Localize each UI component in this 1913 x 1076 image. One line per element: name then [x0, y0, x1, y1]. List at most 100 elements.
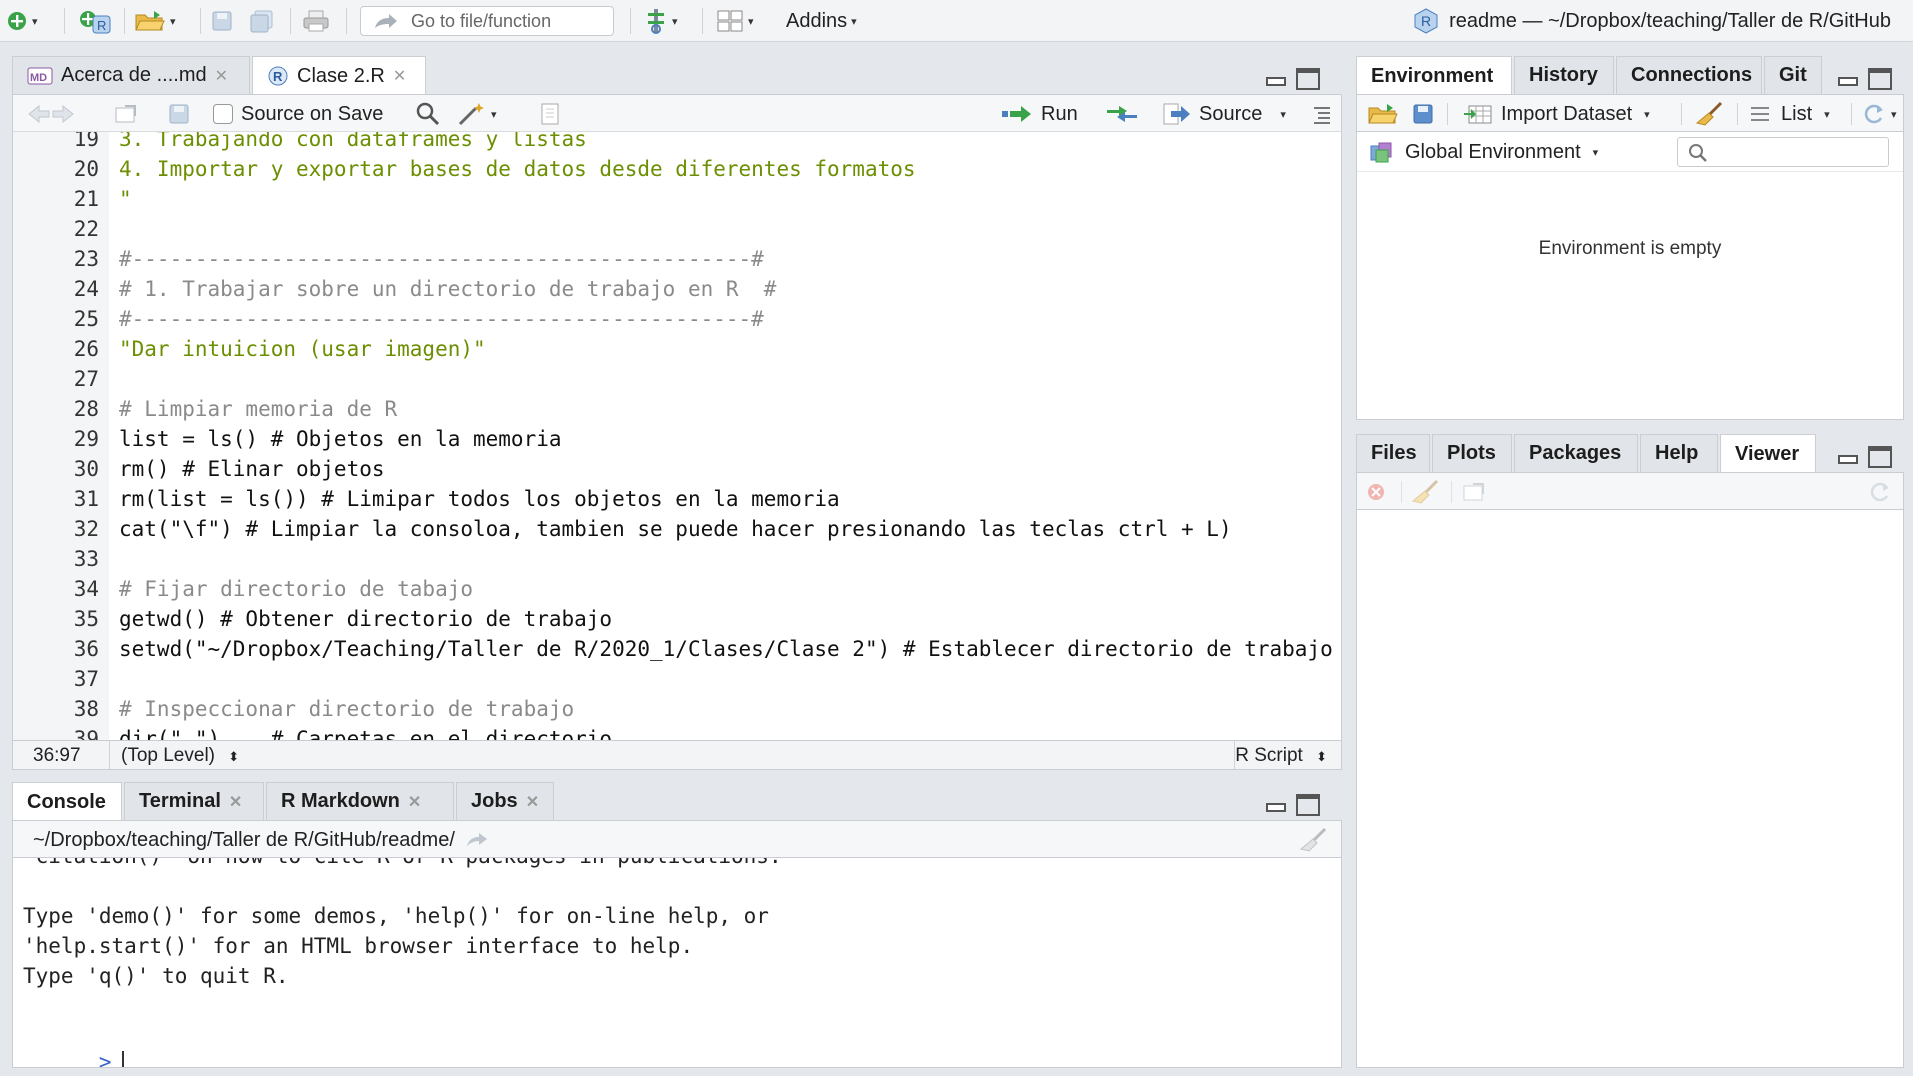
refresh-button[interactable]: ▾ [1861, 99, 1897, 129]
code-line[interactable]: cat("\f") # Limpiar la consoloa, tambien… [119, 514, 1232, 544]
code-tools-button[interactable]: ▾ [457, 99, 497, 129]
tab-environment[interactable]: Environment [1356, 56, 1512, 95]
line-number: 19 [73, 132, 99, 151]
rerun-button[interactable] [1105, 99, 1139, 129]
save-button[interactable] [167, 99, 191, 129]
code-line[interactable]: # Limpiar memoria de R [119, 394, 397, 424]
console-output[interactable]: 'citation()' on how to cite R or R packa… [12, 858, 1342, 1068]
editor-toolbar: Source on Save ▾ Run Source ▾ [12, 94, 1342, 132]
import-dataset-button[interactable]: Import Dataset ▾ [1463, 99, 1650, 129]
environment-search-input[interactable] [1677, 137, 1889, 167]
code-line[interactable]: rm(list = ls()) # Limipar todos los obje… [119, 484, 840, 514]
code-line[interactable]: list = ls() # Objetos en la memoria [119, 424, 562, 454]
notebook-icon [541, 103, 559, 125]
tab-packages[interactable]: Packages [1514, 434, 1638, 472]
console-prompt-line[interactable]: > [23, 1026, 124, 1067]
tab-history[interactable]: History [1514, 56, 1614, 94]
tab-help[interactable]: Help [1640, 434, 1718, 472]
code-line[interactable]: getwd() # Obtener directorio de trabajo [119, 604, 612, 634]
go-to-file-input[interactable]: Go to file/function [360, 6, 614, 36]
code-line[interactable]: # 1. Trabajar sobre un directorio de tra… [119, 274, 776, 304]
global-environment-dropdown[interactable]: Global Environment ▾ [1369, 137, 1598, 167]
tab-viewer[interactable]: Viewer [1720, 434, 1816, 473]
tab-clase-2-r[interactable]: R Clase 2.R ✕ [252, 56, 426, 95]
close-icon[interactable]: ✕ [215, 66, 228, 86]
tab-jobs[interactable]: Jobs ✕ [456, 782, 554, 820]
code-line[interactable]: setwd("~/Dropbox/Teaching/Taller de R/20… [119, 634, 1333, 664]
tab-plots[interactable]: Plots [1432, 434, 1512, 472]
view-mode-dropdown[interactable]: List ▾ [1749, 99, 1830, 129]
run-arrow-icon [1002, 106, 1031, 122]
clear-console-button[interactable] [1299, 825, 1329, 855]
tab-label: Console [27, 790, 106, 813]
code-line[interactable]: rm() # Elinar objetos [119, 454, 385, 484]
document-outline-button[interactable] [1311, 99, 1333, 129]
maximize-icon[interactable] [1868, 68, 1892, 90]
go-to-directory-icon[interactable] [465, 831, 489, 849]
close-icon[interactable]: ✕ [229, 792, 242, 812]
code-line[interactable]: 3. Trabajando con dataframes y listas [119, 132, 587, 154]
open-file-button[interactable]: ▾ [134, 6, 176, 36]
file-type-label: R Script [1235, 745, 1303, 766]
save-all-button[interactable] [248, 6, 276, 36]
show-in-window-button[interactable] [1461, 477, 1487, 507]
pane-layout-button[interactable]: ▾ [716, 6, 754, 36]
code-line[interactable]: " [119, 184, 132, 214]
scope-selector[interactable]: (Top Level) ⬍ [121, 745, 239, 767]
minimize-icon[interactable] [1836, 446, 1860, 468]
save-button[interactable] [210, 6, 234, 36]
maximize-icon[interactable] [1296, 68, 1320, 90]
tab-console[interactable]: Console [12, 782, 122, 821]
clear-workspace-button[interactable] [1695, 99, 1725, 129]
clear-viewer-button[interactable] [1411, 477, 1441, 507]
import-dataset-label: Import Dataset [1501, 102, 1633, 125]
minimize-icon[interactable] [1264, 68, 1288, 90]
source-button[interactable]: Source ▾ [1161, 99, 1286, 129]
chevron-down-icon[interactable]: ▾ [1280, 108, 1286, 121]
save-icon [212, 11, 232, 31]
code-line[interactable]: #---------------------------------------… [119, 244, 764, 274]
close-icon[interactable]: ✕ [526, 792, 539, 812]
show-in-window-button[interactable] [113, 99, 139, 129]
back-button[interactable] [25, 99, 77, 129]
load-workspace-button[interactable] [1367, 99, 1399, 129]
tab-label: Terminal [139, 790, 221, 812]
close-icon[interactable]: ✕ [408, 792, 421, 812]
tab-files[interactable]: Files [1356, 434, 1430, 472]
environment-content: Global Environment ▾ Environment is empt… [1356, 132, 1904, 420]
code-line[interactable]: #---------------------------------------… [119, 304, 764, 334]
remove-viewer-button[interactable] [1365, 477, 1387, 507]
search-icon [1689, 144, 1707, 162]
minimize-icon[interactable] [1836, 68, 1860, 90]
code-line[interactable]: 4. Importar y exportar bases de datos de… [119, 154, 916, 184]
file-type-selector[interactable]: R Script ⬍ [1235, 745, 1327, 767]
tab-connections[interactable]: Connections [1616, 56, 1762, 94]
print-button[interactable] [302, 6, 330, 36]
code-editor[interactable]: 19 20 21 22 23 24 25 26 27 28 29 30 31 32 33 34 35 36 37 38… [12, 132, 1342, 752]
line-number: 24 [73, 277, 99, 301]
tab-acerca-md[interactable]: MD Acerca de ....md ✕ [12, 56, 250, 94]
maximize-icon[interactable] [1296, 794, 1320, 816]
popout-icon [115, 105, 136, 123]
code-line[interactable]: "Dar intuicion (usar imagen)" [119, 334, 486, 364]
build-button[interactable]: ▾ [644, 6, 678, 36]
tab-terminal[interactable]: Terminal ✕ [124, 782, 264, 820]
source-on-save-checkbox[interactable]: Source on Save [213, 99, 383, 129]
new-file-button[interactable]: ▾ [6, 6, 38, 36]
new-project-button[interactable]: R [78, 6, 112, 36]
code-line[interactable]: # Inspeccionar directorio de trabajo [119, 694, 574, 724]
save-workspace-button[interactable] [1411, 99, 1435, 129]
compile-report-button[interactable] [539, 99, 561, 129]
project-menu[interactable]: R readme — ~/Dropbox/teaching/Taller de … [1413, 6, 1891, 36]
maximize-icon[interactable] [1868, 446, 1892, 468]
run-button[interactable]: Run [1001, 99, 1078, 129]
close-icon[interactable]: ✕ [393, 66, 406, 86]
find-button[interactable] [415, 99, 441, 129]
code-line[interactable]: # Fijar directorio de tabajo [119, 574, 473, 604]
refresh-button[interactable] [1867, 477, 1893, 507]
minimize-icon[interactable] [1264, 794, 1288, 816]
working-directory: ~/Dropbox/teaching/Taller de R/GitHub/re… [33, 825, 489, 855]
addins-menu[interactable]: Addins ▾ [786, 6, 857, 36]
tab-r-markdown[interactable]: R Markdown ✕ [266, 782, 454, 820]
tab-git[interactable]: Git [1764, 56, 1822, 94]
